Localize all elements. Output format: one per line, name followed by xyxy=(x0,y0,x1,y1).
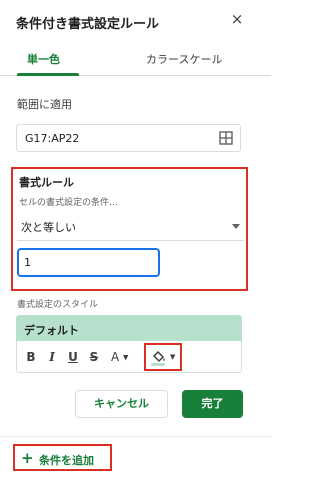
format-rules-section: 書式ルール セルの書式設定の条件… 次と等しい 1 xyxy=(11,167,248,291)
panel-title: 条件付き書式設定ルール xyxy=(16,17,160,32)
fill-color-icon xyxy=(151,350,165,366)
grid-select-icon[interactable] xyxy=(219,131,233,145)
add-rule-label: 条件を追加 xyxy=(39,454,94,467)
plus-icon: + xyxy=(21,449,34,467)
strikethrough-button[interactable]: S xyxy=(89,349,99,365)
cancel-button[interactable]: キャンセル xyxy=(75,390,168,418)
text-color-button[interactable]: A ▼ xyxy=(111,349,129,365)
italic-button[interactable]: I xyxy=(47,349,57,365)
tab-color-scale[interactable]: カラースケール xyxy=(146,51,222,67)
active-tab-indicator xyxy=(17,73,79,76)
chevron-down-icon: ▼ xyxy=(170,353,176,361)
condition-value: 次と等しい xyxy=(21,221,76,234)
style-preview-text: デフォルト xyxy=(24,324,79,337)
chevron-down-icon xyxy=(232,224,240,229)
condition-dropdown[interactable]: 次と等しい xyxy=(17,211,244,241)
style-label: 書式設定のスタイル xyxy=(17,300,99,310)
value-input-text: 1 xyxy=(24,256,31,269)
close-icon[interactable]: × xyxy=(229,11,245,27)
done-button[interactable]: 完了 xyxy=(182,390,243,418)
format-rules-label: 書式ルール xyxy=(19,176,74,189)
divider xyxy=(0,436,271,437)
range-input[interactable]: G17:AP22 xyxy=(16,124,241,152)
value-input[interactable]: 1 xyxy=(17,248,160,277)
range-label: 範囲に適用 xyxy=(17,98,72,111)
bold-button[interactable]: B xyxy=(26,349,36,365)
style-preview[interactable]: デフォルト xyxy=(16,315,242,341)
panel-header: 条件付き書式設定ルール × xyxy=(0,0,271,42)
format-toolbar: B I U S A ▼ ▼ xyxy=(16,341,242,373)
tab-single-color[interactable]: 単一色 xyxy=(27,51,60,67)
tab-bar: 単一色 カラースケール xyxy=(0,42,271,76)
add-rule-button[interactable]: + 条件を追加 xyxy=(13,444,112,471)
fill-color-button[interactable]: ▼ xyxy=(144,343,182,371)
text-color-icon: A xyxy=(111,350,120,364)
condition-label: セルの書式設定の条件… xyxy=(19,198,119,208)
range-value: G17:AP22 xyxy=(25,132,80,145)
underline-button[interactable]: U xyxy=(68,349,78,365)
chevron-down-icon: ▼ xyxy=(123,353,129,362)
